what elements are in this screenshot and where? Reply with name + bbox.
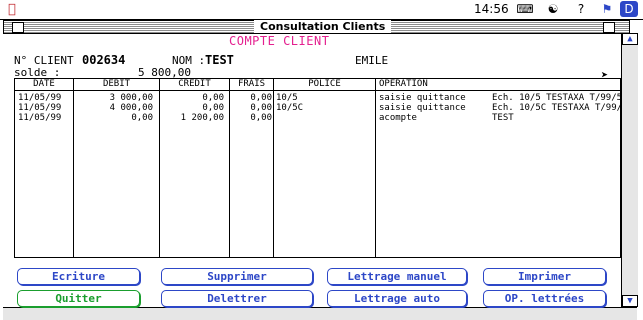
cell-detail: TEST (492, 113, 514, 123)
cell-date: 11/05/99 (18, 113, 62, 123)
col-header-credit: CREDIT (178, 79, 211, 89)
account-table[interactable]: DATE DEBIT CREDIT FRAIS POLICE OPERATION… (14, 78, 623, 258)
cell-debit: 4 000,00 (109, 103, 153, 113)
ecriture-button[interactable]: Ecriture (17, 268, 140, 285)
horizontal-scrollbar[interactable] (3, 307, 637, 320)
page-title: COMPTE CLIENT (229, 34, 330, 48)
delettrer-button[interactable]: Delettrer (161, 290, 313, 307)
vertical-scrollbar[interactable]: ▲ ▼ (621, 33, 638, 307)
cell-date: 11/05/99 (18, 93, 62, 103)
quitter-button[interactable]: Quitter (17, 290, 140, 307)
cell-operation: saisie quittance (379, 103, 466, 113)
share-icon[interactable]: ☯ (544, 1, 562, 17)
cell-operation: saisie quittance (379, 93, 466, 103)
menu-clock: 14:56 (474, 2, 509, 16)
cell-credit: 0,00 (202, 93, 224, 103)
keyboard-icon[interactable]: ⌨ (516, 1, 534, 17)
lettrage-manuel-button[interactable]: Lettrage manuel (327, 268, 467, 285)
col-header-frais: FRAIS (237, 79, 266, 89)
col-header-debit: DEBIT (102, 79, 131, 89)
client-name-value: TEST (205, 53, 234, 67)
op-lettrees-button[interactable]: OP. lettrées (483, 290, 606, 307)
cell-debit: 3 000,00 (109, 93, 153, 103)
col-header-date: DATE (33, 79, 55, 89)
scroll-up-icon[interactable]: ▲ (622, 33, 638, 45)
window-title-bar[interactable]: Consultation Clients (3, 20, 630, 34)
scroll-down-icon[interactable]: ▼ (622, 295, 638, 307)
cell-police: 10/5 (276, 93, 298, 103)
cell-detail: Ech. 10/5 TESTAXA T/99/5 (492, 93, 623, 103)
col-header-operation: OPERATION (379, 79, 428, 89)
client-number-value: 002634 (82, 53, 126, 67)
cell-police: 10/5C (276, 103, 304, 113)
cell-detail: Ech. 10/5C TESTAXA T/99/ (492, 103, 623, 113)
cell-frais: 0,00 (250, 93, 272, 103)
lettrage-auto-button[interactable]: Lettrage auto (327, 290, 467, 307)
zoom-box-icon[interactable] (603, 22, 615, 33)
cell-frais: 0,00 (250, 113, 272, 123)
menu-bar:  14:56 ⌨ ☯ ? ⚑ D (0, 0, 643, 20)
cell-frais: 0,00 (250, 103, 272, 113)
cell-operation: acompte (379, 113, 417, 123)
close-box-icon[interactable] (12, 22, 24, 33)
cell-debit: 0,00 (131, 113, 153, 123)
imprimer-button[interactable]: Imprimer (483, 268, 606, 285)
supprimer-button[interactable]: Supprimer (161, 268, 313, 285)
cell-credit: 0,00 (202, 103, 224, 113)
app-icon[interactable]: D (620, 1, 638, 17)
cell-credit: 1 200,00 (180, 113, 224, 123)
help-icon[interactable]: ? (572, 1, 590, 17)
apple-icon[interactable]:  (8, 2, 16, 17)
col-header-police: POLICE (308, 79, 341, 89)
window-title: Consultation Clients (254, 20, 392, 33)
flag-icon[interactable]: ⚑ (598, 1, 616, 17)
client-firstname-value: EMILE (355, 54, 389, 67)
cell-date: 11/05/99 (18, 103, 62, 113)
